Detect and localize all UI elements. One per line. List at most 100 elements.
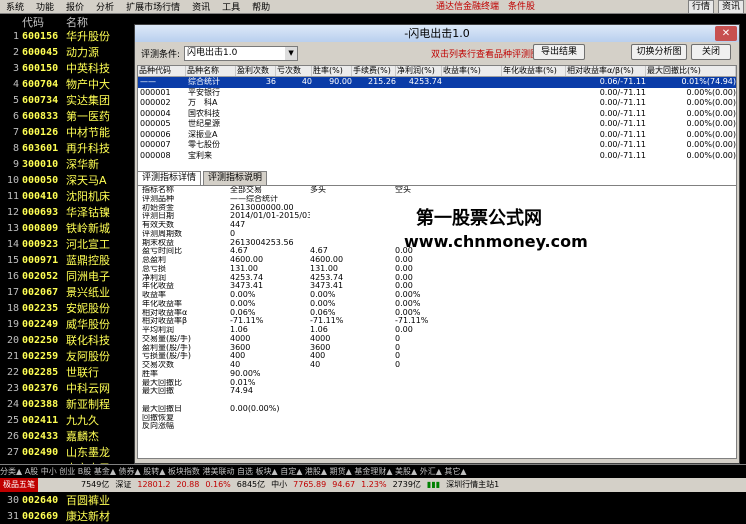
stock-row[interactable]: 20 002250 联化科技: [0, 332, 134, 348]
grid-row[interactable]: 000006 深振业A 0.00/-71.11 0.00%(0.00): [138, 130, 736, 141]
grid-column-header[interactable]: 亏次数: [276, 66, 312, 76]
stock-name: 铁岭新城: [66, 222, 110, 235]
grid-column-header[interactable]: 年化收益率(%): [502, 66, 566, 76]
close-button[interactable]: 关闭: [691, 44, 731, 60]
info-mode-button[interactable]: 资讯: [717, 0, 744, 14]
stock-row[interactable]: 24 002388 新亚制程: [0, 396, 134, 412]
grid-column-header[interactable]: 品种名称: [186, 66, 236, 76]
stock-row[interactable]: 14 000923 河北宣工: [0, 236, 134, 252]
stock-row[interactable]: 22 002285 世联行: [0, 364, 134, 380]
grid-column-header[interactable]: 净利润(%): [396, 66, 442, 76]
grid-column-header[interactable]: 盈利次数: [236, 66, 276, 76]
menu-tools[interactable]: 工具: [216, 0, 246, 13]
detail-cell: 0: [395, 361, 401, 369]
stock-row[interactable]: 2 600045 动力源: [0, 44, 134, 60]
grid-cell: 0.00/-71.11: [599, 129, 646, 139]
stock-row[interactable]: 9 300010 深华新: [0, 156, 134, 172]
stock-row[interactable]: 31 002669 康达新材: [0, 508, 134, 524]
stock-row[interactable]: 6 600833 第一医药: [0, 108, 134, 124]
stock-row[interactable]: 30 002640 百圆裤业: [0, 492, 134, 508]
stock-row[interactable]: 23 002376 中科云网: [0, 380, 134, 396]
stock-row[interactable]: 5 600734 实达集团: [0, 92, 134, 108]
detail-cell: [395, 422, 485, 431]
detail-cell: 收益率: [142, 291, 166, 299]
stock-row[interactable]: 4 600704 物产中大: [0, 76, 134, 92]
tab-indicator-detail[interactable]: 评测指标详情: [137, 171, 202, 185]
menu-function[interactable]: 功能: [30, 0, 60, 13]
row-number: 4: [12, 78, 19, 90]
menu-quote[interactable]: 报价: [60, 0, 90, 13]
menu-system[interactable]: 系统: [0, 0, 30, 13]
grid-row[interactable]: 000007 零七股份 0.00/-71.11 0.00%(0.00): [138, 140, 736, 151]
grid-row[interactable]: 000008 宝利来 0.00/-71.11 0.00%(0.00): [138, 151, 736, 162]
detail-row: 交易量(股/手) 4000 4000 0: [138, 335, 736, 344]
export-button[interactable]: 导出结果: [533, 44, 585, 60]
ime-indicator[interactable]: 极品五笔: [0, 478, 38, 492]
quote-mode-button[interactable]: 行情: [687, 0, 714, 14]
grid-column-header[interactable]: 最大回撤比(%): [646, 66, 736, 76]
grid-column-header[interactable]: 品种代码: [138, 66, 186, 76]
grid-cell: [442, 109, 502, 120]
detail-cell: 0: [230, 229, 236, 238]
condition-select[interactable]: 闪电出击1.0 ▼: [184, 45, 299, 61]
grid-cell: 0.00%(0.00): [686, 108, 736, 118]
detail-cell: 0.00%: [310, 299, 336, 308]
switch-chart-button[interactable]: 切换分析图: [631, 44, 687, 60]
grid-row[interactable]: 000001 平安银行 0.00/-71.11 0.00%(0.00): [138, 88, 736, 99]
grid-cell: 0.00%(0.00): [686, 140, 736, 149]
grid-row[interactable]: —— 综合统计 36 40 90.00 215.26 4253.74 0.06/-71.11 0…: [138, 77, 736, 88]
menu-extended-market[interactable]: 扩展市场行情: [120, 0, 186, 13]
grid-column-header[interactable]: 胜率(%): [312, 66, 352, 76]
row-number: 18: [6, 302, 19, 314]
stock-row[interactable]: 19 002249 威华股份: [0, 316, 134, 332]
market-tab-bar[interactable]: 分类▲ A股 中小 创业 B股 基金▲ 债券▲ 股转▲ 板块指数 港美联动 自选…: [0, 464, 746, 478]
detail-cell: 0.00%: [395, 291, 421, 299]
grid-column-header[interactable]: 相对收益率α/β(%): [566, 66, 646, 76]
stock-row[interactable]: 10 000050 深天马A: [0, 172, 134, 188]
stock-row[interactable]: 25 002411 九九久: [0, 412, 134, 428]
grid-row[interactable]: 000002 万 科A 0.00/-71.11 0.00%(0.00): [138, 98, 736, 109]
stock-name: 百圆裤业: [66, 494, 110, 507]
stock-code: 000693: [22, 206, 59, 218]
tab-indicator-description[interactable]: 评测指标说明: [203, 171, 268, 185]
chevron-down-icon[interactable]: ▼: [285, 46, 298, 60]
close-icon[interactable]: ✕: [715, 26, 737, 41]
stock-code: 002411: [22, 414, 59, 426]
grid-row[interactable]: 000004 国农科技 0.00/-71.11 0.00%(0.00): [138, 109, 736, 120]
grid-cell: 000004: [140, 108, 171, 118]
col-code-header[interactable]: 代码: [22, 14, 66, 29]
stock-row[interactable]: 1 600156 华升股份: [0, 28, 134, 44]
detail-row: 总盈利 4600.00 4600.00 0.00: [138, 256, 736, 265]
menu-info[interactable]: 资讯: [186, 0, 216, 13]
detail-row: 净利润 4253.74 4253.74 0.00: [138, 274, 736, 283]
detail-cell: [395, 414, 485, 423]
grid-row[interactable]: 000005 世纪星源 0.00/-71.11 0.00%(0.00): [138, 119, 736, 130]
stock-row[interactable]: 15 000971 蓝鼎控股: [0, 252, 134, 268]
stock-row[interactable]: 8 603601 再升科技: [0, 140, 134, 156]
detail-cell: [310, 414, 395, 423]
menu-help[interactable]: 帮助: [246, 0, 276, 13]
grid-column-header[interactable]: 收益率(%): [442, 66, 502, 76]
stock-row[interactable]: 11 000410 沈阳机床: [0, 188, 134, 204]
stock-row[interactable]: 12 000693 华泽钴镍: [0, 204, 134, 220]
grid-cell: [276, 151, 312, 162]
detail-column-header: 全部交易: [230, 186, 262, 194]
row-number: 21: [6, 350, 19, 362]
stock-row[interactable]: 27 002490 山东墨龙: [0, 444, 134, 460]
detail-cell: [310, 230, 395, 239]
grid-cell: 000007: [140, 140, 171, 149]
stock-row[interactable]: 18 002235 安妮股份: [0, 300, 134, 316]
stock-row[interactable]: 7 600126 中材节能: [0, 124, 134, 140]
stock-row[interactable]: 21 002259 友阿股份: [0, 348, 134, 364]
stock-row[interactable]: 16 002052 同洲电子: [0, 268, 134, 284]
menu-analysis[interactable]: 分析: [90, 0, 120, 13]
detail-cell: 0.01%: [230, 378, 256, 387]
grid-column-header[interactable]: 手续费(%): [352, 66, 396, 76]
dialog-title: -闪电出击1.0: [135, 25, 739, 42]
col-name-header[interactable]: 名称: [66, 14, 88, 29]
grid-cell: [502, 119, 566, 130]
stock-row[interactable]: 13 000809 铁岭新城: [0, 220, 134, 236]
stock-row[interactable]: 3 600150 中英科技: [0, 60, 134, 76]
stock-row[interactable]: 17 002067 景兴纸业: [0, 284, 134, 300]
stock-row[interactable]: 26 002433 嘉麟杰: [0, 428, 134, 444]
